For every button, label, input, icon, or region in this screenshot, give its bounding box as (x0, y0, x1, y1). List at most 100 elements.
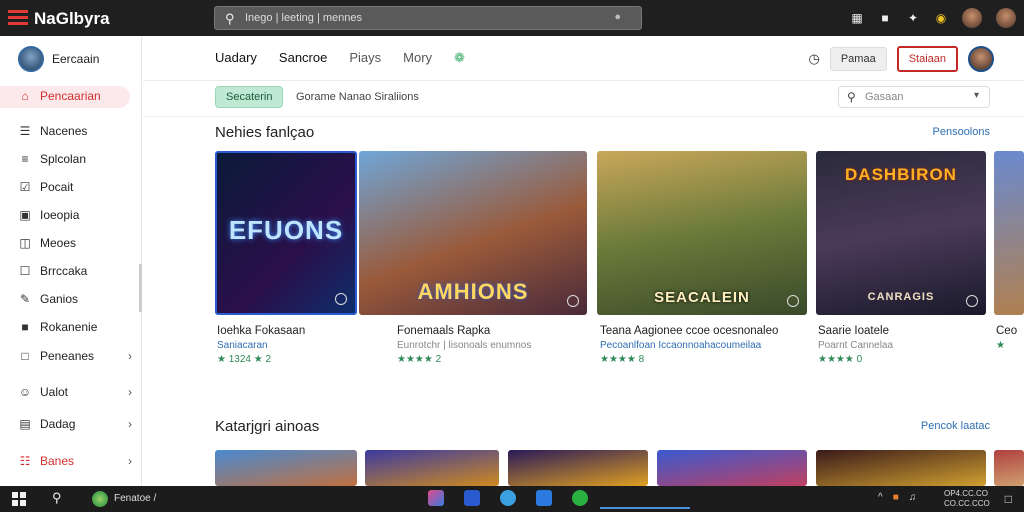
game-title: Fonemaals Rapka (397, 325, 491, 337)
gear-icon[interactable]: ❁ (454, 50, 465, 66)
sidebar-item-5[interactable]: ◫ Meoes (18, 236, 128, 250)
sidebar-scrollbar[interactable] (139, 264, 142, 312)
category-thumb[interactable] (215, 450, 357, 486)
category-thumb[interactable] (657, 450, 807, 486)
clock-icon[interactable]: ◷ (808, 51, 819, 67)
game-card-image[interactable]: AMHIONS (359, 151, 587, 315)
game-card-image[interactable] (994, 151, 1024, 315)
sidebar-item-label: Nacenes (40, 124, 88, 138)
game-card-meta[interactable]: Ceo ★ (996, 325, 1024, 351)
inbox-icon: ◫ (19, 236, 31, 250)
category-thumb[interactable] (508, 450, 648, 486)
sidebar-item-9[interactable]: □ Peneanes › (18, 349, 132, 363)
sidebar-item-7[interactable]: ✎ Ganios (18, 292, 128, 306)
chevron-right-icon: › (128, 385, 132, 399)
section-title: Katarjgri ainoas (215, 418, 320, 435)
sidebar-item-6[interactable]: ☐ Brrccaka (18, 264, 128, 278)
section-see-all-link[interactable]: Pencok laatac (921, 420, 990, 432)
sidebar-item-label: Splcolan (40, 152, 87, 166)
app-icon[interactable] (428, 490, 444, 506)
game-card-meta[interactable]: Teana Aagionee ccoe ocesnonaleo Pecoanlf… (600, 325, 810, 365)
filter-search-box[interactable]: ⚲ Gasaan ▾ (838, 86, 990, 108)
secondary-button[interactable]: Pamaa (829, 47, 887, 71)
avatar[interactable] (968, 46, 994, 72)
section-see-all-link[interactable]: Pensoolons (933, 126, 991, 138)
speaker-icon[interactable]: ♫ (909, 492, 917, 503)
sidebar-item-2[interactable]: ≡ Splcolan (18, 152, 128, 166)
controller-icon (966, 295, 978, 307)
game-card-image[interactable]: DASHBIRON CANRAGIS (816, 151, 986, 315)
user-avatar-small[interactable] (962, 8, 982, 28)
notification-icon[interactable]: ■ (878, 11, 892, 25)
store-icon: ■ (21, 320, 29, 334)
profile-name: Eercaain (52, 52, 100, 66)
chevron-up-icon[interactable]: ^ (878, 492, 883, 503)
game-card-image[interactable]: SEACALEIN (597, 151, 807, 315)
list-icon: ▤ (19, 417, 31, 431)
mic-icon[interactable]: ● (614, 11, 621, 23)
app-icon[interactable] (572, 490, 588, 506)
search-icon[interactable]: ⚲ (52, 490, 62, 506)
game-card-meta[interactable]: Saarie Ioatele Poarnt Cannelaa ★★★★ 0 (818, 325, 988, 365)
tab-3[interactable]: Mory (403, 50, 432, 66)
sidebar-item-home[interactable]: ⌂ Pencaarian (18, 89, 128, 103)
clock-date: CO.CC.CCO (944, 499, 990, 508)
sidebar-item-3[interactable]: ☑ Pocait (18, 180, 128, 194)
sidebar-item-4[interactable]: ▣ Ioeopia (18, 208, 128, 222)
calendar-icon: ☷ (19, 454, 31, 468)
tab-1[interactable]: Sancroe (279, 50, 327, 66)
filter-links[interactable]: Gorame Nanao Siraliions (296, 91, 419, 103)
sidebar-item-12[interactable]: ☷ Banes › (18, 454, 132, 468)
clock[interactable]: OP4.CC.CO CO.CC.CCO (944, 489, 990, 509)
app-brand[interactable]: NaGlbyra (34, 9, 110, 29)
primary-button[interactable]: Staiaan (896, 46, 958, 72)
tab-2[interactable]: Piays (349, 50, 381, 66)
app-icon[interactable] (464, 490, 480, 506)
filter-divider (143, 116, 1024, 117)
chevron-right-icon: › (128, 454, 132, 468)
game-card-meta[interactable]: Fonemaals Rapka Eunrotchr | lisonoals en… (397, 325, 587, 365)
top-tabs: Uadary Sancroe Piays Mory ❁ (215, 50, 465, 66)
edit-icon: ✎ (19, 292, 31, 306)
browser-icon[interactable] (92, 491, 108, 507)
tray-app-icon[interactable]: ■ (893, 492, 899, 503)
sidebar-item-1[interactable]: ☰ Nacenes (18, 124, 128, 138)
profile-avatar[interactable] (996, 8, 1016, 28)
sidebar-item-11[interactable]: ▤ Dadag › (18, 417, 132, 431)
filter-search-input[interactable]: Gasaan (865, 91, 904, 103)
hamburger-menu-icon[interactable] (8, 10, 28, 26)
puzzle-icon[interactable]: ✦ (906, 11, 920, 25)
controller-icon (567, 295, 579, 307)
sidebar-item-label: Dadag (40, 417, 76, 431)
check-icon: ☑ (19, 180, 31, 194)
app-icon[interactable] (500, 490, 516, 506)
filter-chip-active[interactable]: Secaterin (215, 86, 284, 108)
grid-apps-icon[interactable]: ▦ (850, 11, 864, 25)
search-icon: ⚲ (847, 90, 856, 104)
app-icon[interactable] (536, 490, 552, 506)
search-input[interactable]: Inego | leeting | mennes (245, 12, 362, 24)
badge-icon[interactable]: ◉ (934, 11, 948, 25)
controller-icon (335, 293, 347, 305)
game-subtitle: Poarnt Cannelaa (818, 340, 894, 351)
windows-start-icon[interactable] (12, 492, 26, 506)
category-thumb[interactable] (816, 450, 986, 486)
category-thumb[interactable] (994, 450, 1024, 486)
search-bar[interactable]: ⚲ Inego | leeting | mennes ● (214, 6, 642, 30)
notifications-icon[interactable]: □ (1005, 492, 1012, 506)
category-thumb[interactable] (365, 450, 499, 486)
game-logo: AMHIONS (417, 279, 529, 304)
game-card-meta[interactable]: Ioehka Fokasaan Saniacaran ★ 1324 ★ 2 (217, 325, 387, 365)
clock-time: OP4.CC.CO (944, 489, 989, 498)
sidebar-item-label: Meoes (40, 236, 77, 250)
sidebar-item-label: Pencaarian (40, 89, 101, 103)
tab-0[interactable]: Uadary (215, 50, 257, 66)
game-subtitle: Eunrotchr | lisonoals enumnos (397, 340, 532, 351)
taskbar-app-label[interactable]: Fenatoe / (114, 493, 156, 504)
sidebar-item-8[interactable]: ■ Rokanenie (18, 320, 128, 334)
sidebar-profile[interactable]: Eercaain (18, 46, 99, 72)
game-card-image[interactable]: EFUONS (215, 151, 357, 315)
sidebar-item-10[interactable]: ☺ Ualot › (18, 385, 132, 399)
game-logo: EFUONS (228, 215, 344, 245)
active-app-indicator (600, 507, 690, 509)
